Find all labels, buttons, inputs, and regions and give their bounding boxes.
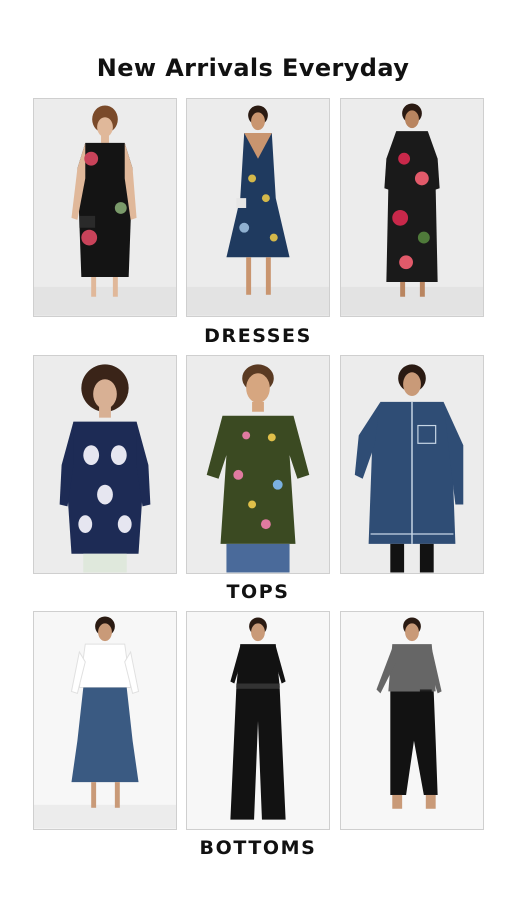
model-photo xyxy=(206,364,310,573)
model-photo xyxy=(376,617,442,809)
model-photo xyxy=(59,364,151,573)
product-tile-black-wide-leg-jumpsuit[interactable] xyxy=(186,611,330,830)
page-title: New Arrivals Everyday xyxy=(96,54,410,82)
product-tile-floral-print-black-dress[interactable] xyxy=(33,98,177,317)
model-photo xyxy=(34,616,176,829)
model-photo xyxy=(34,105,176,316)
model-photo xyxy=(230,617,286,820)
model-photo xyxy=(341,103,483,316)
product-tile-embroidered-denim-dress[interactable] xyxy=(186,98,330,317)
product-tile-green-embroidered-top[interactable] xyxy=(186,355,330,574)
section-label-tops[interactable]: TOPS xyxy=(0,581,506,603)
product-tile-denim-midi-skirt[interactable] xyxy=(33,611,177,830)
product-tile-navy-block-print-top[interactable] xyxy=(33,355,177,574)
model-photo xyxy=(187,105,329,316)
product-tile-black-cropped-pants[interactable] xyxy=(340,611,484,830)
section-label-bottoms[interactable]: BOTTOMS xyxy=(0,837,506,859)
model-photo xyxy=(354,364,464,573)
section-label-dresses[interactable]: DRESSES xyxy=(0,325,506,347)
product-tile-denim-shirt-dress[interactable] xyxy=(340,355,484,574)
product-tile-floral-print-maxi-dress[interactable] xyxy=(340,98,484,317)
